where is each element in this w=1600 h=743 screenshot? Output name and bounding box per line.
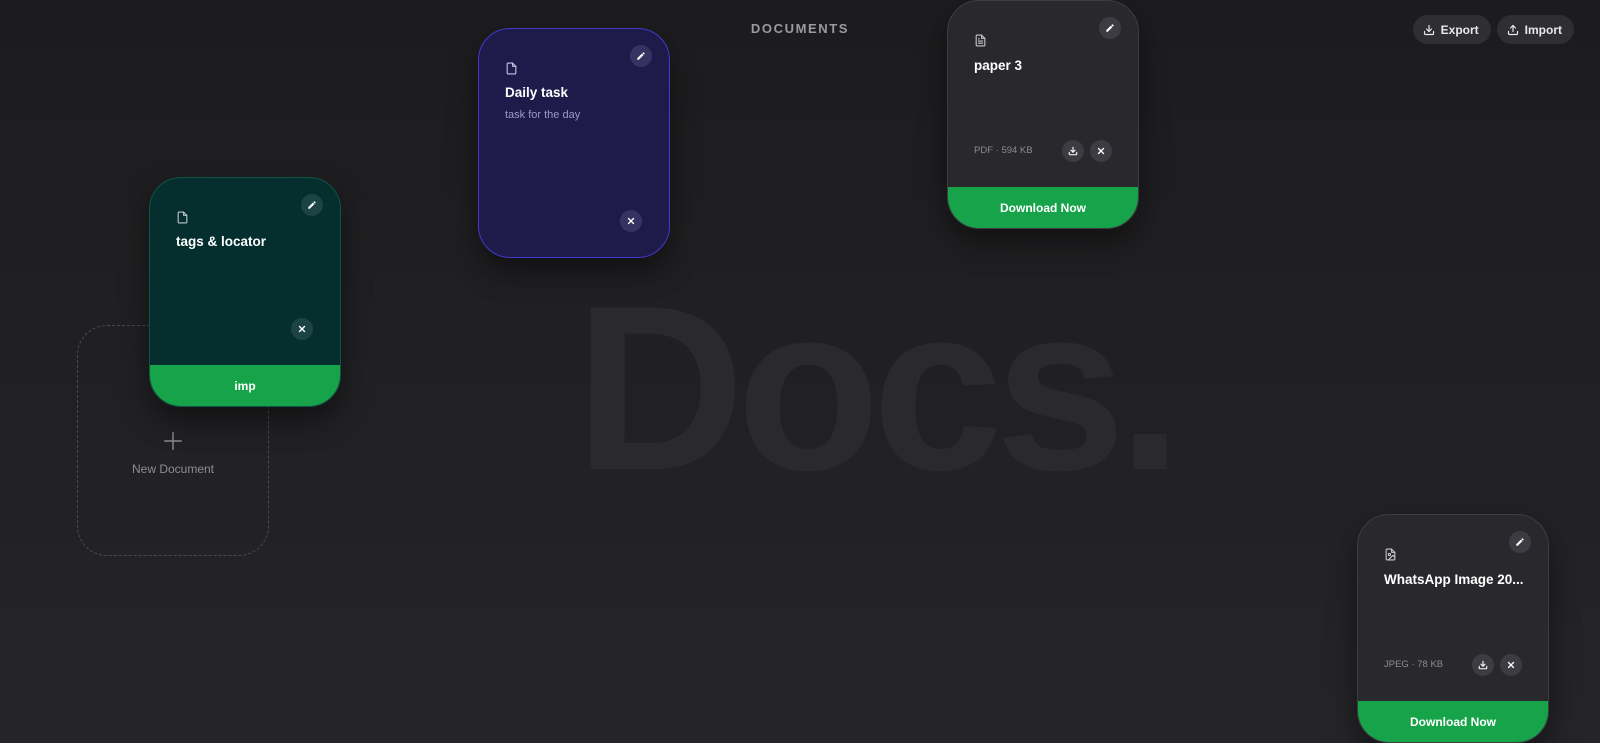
delete-button[interactable] (291, 318, 313, 340)
card-subtitle: task for the day (505, 109, 581, 121)
pencil-icon (308, 201, 316, 209)
document-card-paper-3[interactable]: paper 3 PDF · 594 KB Download Now (947, 0, 1139, 229)
card-title: WhatsApp Image 20... (1384, 572, 1524, 587)
edit-button[interactable] (1509, 531, 1531, 553)
document-card-tags[interactable]: tags & locator imp (149, 177, 341, 407)
download-icon (1068, 146, 1078, 156)
card-title: Daily task (505, 85, 569, 100)
page-title: DOCUMENTS (750, 21, 850, 36)
pencil-icon (637, 52, 645, 60)
import-label: Import (1524, 22, 1562, 37)
close-icon (298, 325, 306, 333)
background-watermark: Docs. (575, 256, 1183, 519)
delete-button[interactable] (1090, 140, 1112, 162)
delete-button[interactable] (620, 210, 642, 232)
file-meta: JPEG · 78 KB (1384, 659, 1444, 670)
file-meta: PDF · 594 KB (974, 145, 1033, 156)
file-icon (506, 62, 517, 75)
close-icon (1507, 661, 1515, 669)
plus-icon (164, 431, 182, 450)
edit-button[interactable] (1099, 17, 1121, 39)
close-icon (627, 217, 635, 225)
download-button[interactable] (1472, 654, 1494, 676)
upload-icon (1507, 24, 1518, 35)
import-button[interactable]: Import (1496, 15, 1574, 44)
file-icon (177, 211, 188, 224)
pencil-icon (1516, 538, 1524, 546)
download-now-button[interactable]: Download Now (948, 187, 1138, 228)
download-icon (1478, 660, 1488, 670)
pencil-icon (1106, 24, 1114, 32)
file-image-icon (1385, 548, 1396, 561)
close-icon (1097, 147, 1105, 155)
export-label: Export (1440, 22, 1479, 37)
card-title: paper 3 (974, 58, 1023, 73)
document-card-daily-task[interactable]: Daily task task for the day (478, 28, 670, 258)
document-card-whatsapp-image[interactable]: WhatsApp Image 20... JPEG · 78 KB Downlo… (1357, 514, 1549, 743)
card-title: tags & locator (176, 234, 267, 249)
download-now-button[interactable]: Download Now (1358, 701, 1548, 742)
new-document-label: New Document (131, 461, 215, 476)
edit-button[interactable] (630, 45, 652, 67)
delete-button[interactable] (1500, 654, 1522, 676)
download-icon (1423, 24, 1434, 35)
tag-label-bar[interactable]: imp (150, 365, 340, 406)
edit-button[interactable] (301, 194, 323, 216)
export-button[interactable]: Export (1412, 15, 1491, 44)
file-text-icon (975, 34, 986, 47)
download-button[interactable] (1062, 140, 1084, 162)
toolbar: Export Import (1412, 15, 1574, 44)
